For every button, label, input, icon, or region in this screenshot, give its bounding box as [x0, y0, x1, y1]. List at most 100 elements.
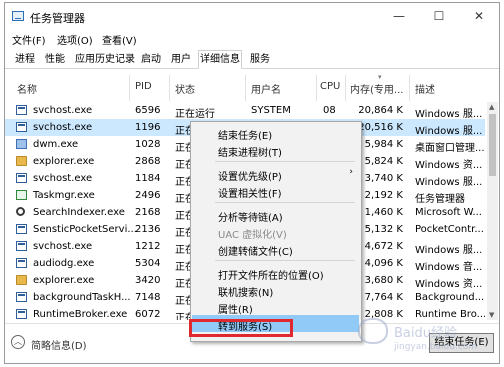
- column-name[interactable]: 名称: [17, 81, 37, 96]
- scroll-thumb[interactable]: [489, 114, 496, 176]
- context-menu-item[interactable]: 联机搜索(N): [192, 281, 359, 299]
- scroll-up-icon[interactable]: ▲: [489, 103, 494, 111]
- context-menu-item[interactable]: 属性(R): [192, 298, 359, 316]
- tab-app-history[interactable]: 应用历史记录: [74, 52, 136, 68]
- baidu-watermark: Baidu经验 jingyan.baidu.com: [350, 316, 500, 364]
- column-memory[interactable]: 内存(专用...: [350, 81, 403, 96]
- context-menu-item[interactable]: 分析等待链(A): [192, 206, 359, 224]
- cell-pid: 2496: [135, 190, 161, 201]
- vertical-scrollbar[interactable]: ▲ ▼: [487, 102, 498, 320]
- cell-pid: 2136: [135, 224, 161, 235]
- cell-memory: 7,764 K: [364, 292, 403, 303]
- column-divider[interactable]: [169, 75, 170, 101]
- cell-memory: 20,864 K: [358, 105, 403, 116]
- fewer-details-label: 简略信息(D): [31, 341, 87, 352]
- menu-options[interactable]: 选项(O): [57, 32, 93, 47]
- menu-file[interactable]: 文件(F): [12, 32, 46, 47]
- dwm-icon: [16, 139, 27, 149]
- cell-name: dwm.exe: [33, 139, 79, 150]
- cell-memory: 1,460 K: [364, 207, 403, 218]
- cell-name: explorer.exe: [33, 156, 95, 167]
- column-divider[interactable]: [345, 75, 346, 101]
- menu-separator: [215, 260, 355, 261]
- menu-separator: [215, 161, 355, 162]
- submenu-arrow-icon: ›: [349, 167, 353, 177]
- context-menu-item-label: 打开文件所在的位置(O): [218, 271, 324, 282]
- cell-memory: 3,680 K: [364, 275, 403, 286]
- column-cpu[interactable]: CPU: [320, 81, 340, 92]
- tab-performance[interactable]: 性能: [44, 52, 66, 68]
- context-menu-item-label: 设置相关性(F): [218, 189, 282, 200]
- minimize-button[interactable]: —: [379, 3, 419, 29]
- cell-name: svchost.exe: [33, 241, 93, 252]
- search-icon: [16, 207, 25, 216]
- column-status[interactable]: 状态: [175, 81, 195, 96]
- cell-name: backgroundTaskH...: [33, 292, 131, 303]
- context-menu-item[interactable]: 设置相关性(F): [192, 182, 359, 200]
- context-menu-item[interactable]: 打开文件所在的位置(O): [192, 264, 359, 282]
- column-description[interactable]: 描述: [415, 81, 435, 96]
- cell-memory: 5,984 K: [364, 139, 403, 150]
- task-manager-icon: [12, 11, 24, 21]
- context-menu-item-label: 分析等待链(A): [218, 213, 283, 224]
- service-icon: [16, 309, 27, 319]
- service-icon: [16, 173, 27, 183]
- window-title: 任务管理器: [30, 12, 85, 25]
- cell-description: 桌面窗口管理...: [415, 143, 485, 154]
- column-pid[interactable]: PID: [135, 81, 152, 92]
- maximize-button[interactable]: ☐: [419, 3, 459, 29]
- tab-processes[interactable]: 进程: [14, 52, 36, 68]
- table-row[interactable]: svchost.exe 6596 正在运行 SYSTEM 08 20,864 K Windo…: [5, 102, 485, 120]
- context-menu-item-label: UAC 虚拟化(V): [218, 230, 287, 241]
- folder-icon: [16, 275, 27, 285]
- cell-name: SearchIndexer.exe: [33, 207, 125, 218]
- watermark-subtext: jingyan.baidu.com: [394, 342, 478, 352]
- context-menu-item-label: 属性(R): [218, 305, 253, 316]
- column-divider[interactable]: [129, 75, 130, 101]
- cell-memory: 4,096 K: [364, 258, 403, 269]
- cell-description: Windows 服...: [415, 109, 483, 120]
- context-menu-item[interactable]: 设置优先级(P) ›: [192, 165, 359, 183]
- tab-bar: 进程 性能 应用历史记录 启动 用户 详细信息 服务: [5, 49, 499, 69]
- cell-pid: 1184: [135, 173, 161, 184]
- cell-description: Windows 服...: [415, 177, 483, 188]
- menu-view[interactable]: 查看(V): [102, 32, 137, 47]
- column-divider[interactable]: [409, 75, 410, 101]
- cell-description: Windows 服...: [415, 245, 483, 256]
- cell-name: svchost.exe: [33, 105, 93, 116]
- cell-description: Microsoft W...: [415, 207, 482, 218]
- service-icon: [16, 241, 27, 251]
- cell-name: svchost.exe: [33, 122, 93, 133]
- cell-pid: 5304: [135, 258, 161, 269]
- context-menu-item-label: 设置优先级(P): [218, 172, 282, 183]
- context-menu-item[interactable]: 创建转储文件(C): [192, 240, 359, 258]
- cell-name: svchost.exe: [33, 173, 93, 184]
- tab-details[interactable]: 详细信息: [198, 50, 242, 69]
- context-menu-item[interactable]: 结束进程树(T): [192, 141, 359, 159]
- cell-pid: 1212: [135, 241, 161, 252]
- cell-pid: 7148: [135, 292, 161, 303]
- column-header: 名称 PID 状态 用户名 CPU ▾ 内存(专用... 描述: [5, 71, 499, 101]
- menu-separator: [215, 202, 355, 203]
- cell-pid: 2168: [135, 207, 161, 218]
- cell-cpu: 08: [323, 105, 336, 116]
- cell-memory: 5,824 K: [364, 156, 403, 167]
- taskmgr-icon: [16, 190, 27, 200]
- tab-services[interactable]: 服务: [249, 52, 271, 68]
- cell-name: explorer.exe: [33, 275, 95, 286]
- cell-memory: 5,132 K: [364, 224, 403, 235]
- column-divider[interactable]: [245, 75, 246, 101]
- column-username[interactable]: 用户名: [251, 81, 281, 96]
- tab-users[interactable]: 用户: [170, 52, 192, 68]
- baidu-logo-icon: [358, 318, 388, 344]
- service-icon: [16, 105, 27, 115]
- close-button[interactable]: ✕: [459, 3, 499, 29]
- context-menu-item-label: 联机搜索(N): [218, 288, 274, 299]
- chevron-up-icon: ︿: [11, 335, 25, 349]
- context-menu-item[interactable]: 结束任务(E): [192, 124, 359, 142]
- cell-pid: 6596: [135, 105, 161, 116]
- tab-startup[interactable]: 启动: [140, 52, 162, 68]
- cell-pid: 1196: [135, 122, 161, 133]
- cell-pid: 2868: [135, 156, 161, 167]
- column-divider[interactable]: [316, 75, 317, 101]
